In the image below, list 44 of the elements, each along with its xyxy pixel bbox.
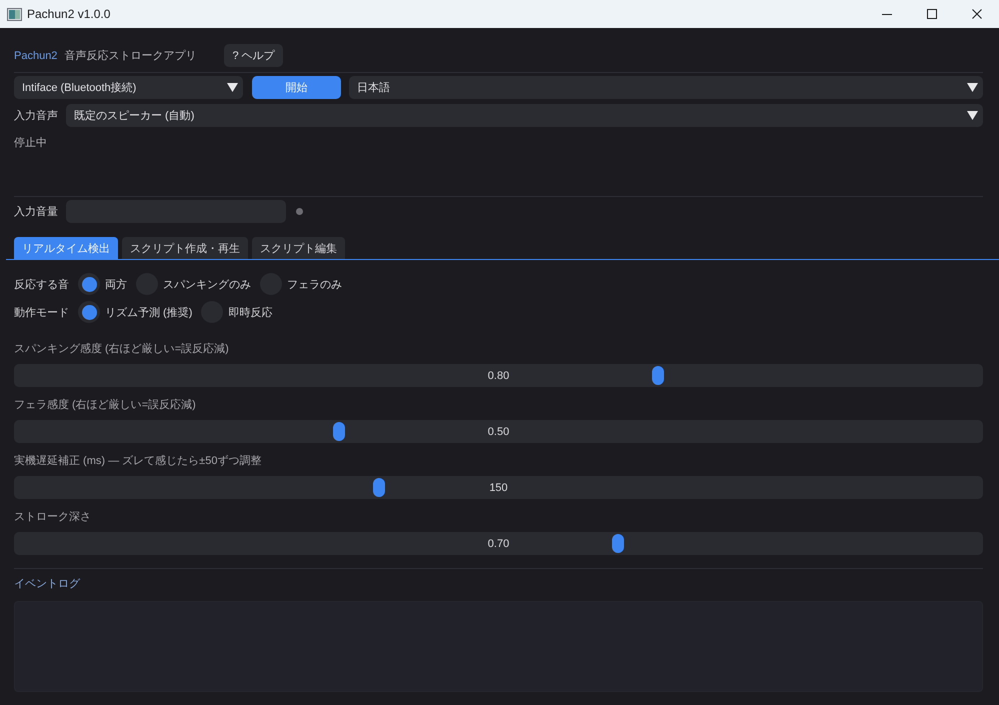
input-audio-dropdown[interactable]: 既定のスピーカー (自動) [66, 104, 983, 127]
radio-button[interactable] [78, 301, 100, 323]
caret-icon [967, 111, 978, 120]
slider-label: ストローク深さ [14, 510, 92, 525]
radio-label[interactable]: 両方 [105, 276, 127, 292]
status-text: 停止中 [14, 137, 47, 149]
slider-thumb[interactable] [612, 534, 624, 553]
tab[interactable]: スクリプト作成・再生 [122, 237, 248, 259]
tab[interactable]: スクリプト編集 [252, 237, 345, 259]
radio-label[interactable]: スパンキングのみ [163, 276, 251, 292]
slider-thumb[interactable] [372, 478, 385, 497]
maximize-icon [926, 9, 936, 19]
slider-track[interactable]: 150 [14, 476, 983, 499]
slider-value: 0.70 [488, 538, 510, 550]
event-log-label: イベントログ [14, 577, 82, 591]
slider-value: 150 [489, 482, 508, 494]
radio-label[interactable]: フェラのみ [287, 276, 342, 292]
caret-icon [967, 83, 978, 92]
slider-label: フェラ感度 (右ほど厳しい=誤反応減) [14, 398, 197, 413]
slider-thumb[interactable] [332, 422, 345, 441]
slider-value: 0.50 [488, 426, 510, 438]
radio-button[interactable] [78, 273, 100, 295]
caret-icon [227, 83, 238, 92]
slider-track[interactable]: 0.80 [14, 364, 983, 387]
radio-group-label: 反応する音 [14, 278, 69, 292]
help-button[interactable]: ? ヘルプ [224, 44, 283, 67]
radio-group-label: 動作モード [14, 306, 69, 320]
input-audio-label: 入力音声 [14, 108, 58, 123]
radio-label[interactable]: 即時反応 [228, 304, 272, 320]
input-volume-label: 入力音量 [14, 204, 58, 219]
device-dropdown[interactable]: Intiface (Bluetooth接続) [14, 76, 243, 99]
slider-track[interactable]: 0.50 [14, 420, 983, 443]
slider-track[interactable]: 0.70 [14, 532, 983, 555]
app-subtitle: 音声反応ストロークアプリ [64, 48, 196, 63]
slider-thumb[interactable] [652, 366, 664, 385]
close-icon [972, 9, 982, 19]
slider-value: 0.80 [488, 370, 510, 382]
radio-label[interactable]: リズム予測 (推奨) [105, 304, 192, 320]
slider-label: スパンキング感度 (右ほど厳しい=誤反応減) [14, 342, 230, 357]
app-icon [7, 8, 22, 20]
language-dropdown[interactable]: 日本語 [349, 76, 983, 99]
slider-label: 実機遅延補正 (ms) — ズレて感じたら±50ずつ調整 [14, 454, 262, 469]
app-name: Pachun2 [14, 50, 58, 62]
window-title: Pachun2 v1.0.0 [27, 7, 110, 21]
